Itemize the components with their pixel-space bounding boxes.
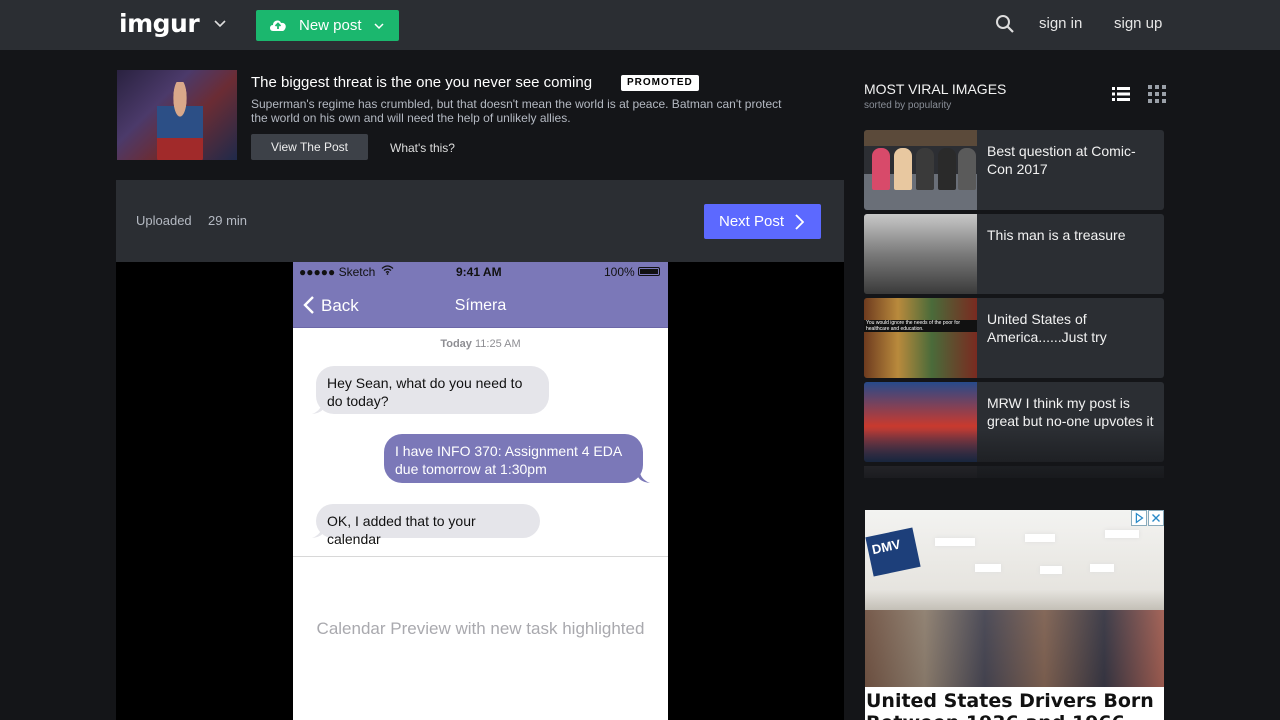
bubble-tail xyxy=(312,404,324,414)
viral-item-title: This man is a treasure xyxy=(987,227,1126,243)
viral-item-title: MRW I think my post is great but no-one … xyxy=(987,395,1154,429)
advertisement[interactable]: DMV xyxy=(865,510,1164,720)
search-icon[interactable] xyxy=(995,14,1015,34)
viral-thumbnail xyxy=(864,130,977,210)
ad-image: DMV xyxy=(865,510,1164,687)
viral-image-item[interactable]: This man is a treasure xyxy=(864,214,1164,294)
sign-in-link[interactable]: sign in xyxy=(1039,15,1082,32)
promoted-description: Superman's regime has crumbled, but that… xyxy=(251,97,782,125)
incoming-message-bubble: Hey Sean, what do you need to do today? xyxy=(316,366,549,414)
ad-headline[interactable]: United States Drivers Born Between 1936 … xyxy=(866,690,1164,720)
view-the-post-button[interactable]: View The Post xyxy=(251,134,368,160)
grid-view-icon[interactable] xyxy=(1148,85,1166,103)
most-viral-title: MOST VIRAL IMAGES xyxy=(864,81,1007,97)
outgoing-message-bubble: I have INFO 370: Assignment 4 EDA due to… xyxy=(384,434,643,483)
next-post-label: Next Post xyxy=(719,213,785,230)
bubble-tail xyxy=(312,528,324,538)
phone-status-bar: ●●●●● Sketch 9:41 AM 100% xyxy=(293,262,668,282)
carrier-text: ●●●●● Sketch xyxy=(299,265,376,279)
post-image-phone-mockup[interactable]: ●●●●● Sketch 9:41 AM 100% Back Símera To… xyxy=(293,262,668,720)
viral-image-item[interactable]: Best question at Comic-Con 2017 xyxy=(864,130,1164,210)
sort-subtitle[interactable]: sorted by popularity xyxy=(864,100,951,111)
bubble-tail xyxy=(638,473,650,483)
ceiling-light xyxy=(935,538,975,546)
dmv-sign: DMV xyxy=(865,527,921,577)
message-timestamp: Today 11:25 AM xyxy=(293,338,668,350)
wifi-icon xyxy=(381,265,394,275)
ad-choices-badges[interactable] xyxy=(1131,510,1164,526)
viral-thumbnail xyxy=(864,214,977,294)
ceiling-light xyxy=(1025,534,1055,542)
promoted-title[interactable]: The biggest threat is the one you never … xyxy=(251,74,592,91)
list-view-icon[interactable] xyxy=(1112,86,1130,102)
chat-contact-name: Símera xyxy=(454,297,507,314)
battery-icon xyxy=(638,267,660,276)
battery-percent: 100% xyxy=(604,265,635,279)
calendar-preview-placeholder: Calendar Preview with new task highlight… xyxy=(316,619,645,638)
promoted-figure xyxy=(157,82,203,160)
ceiling-light xyxy=(1040,566,1062,574)
list-fade-overlay xyxy=(864,430,1164,480)
chat-nav-bar: Back Símera xyxy=(293,282,668,328)
new-post-button[interactable]: New post xyxy=(256,10,399,41)
chevron-down-icon xyxy=(374,23,384,30)
chevron-down-icon[interactable] xyxy=(213,17,227,31)
timestamp-time: 11:25 AM xyxy=(474,338,521,350)
viral-image-item[interactable]: You would ignore the needs of the poor f… xyxy=(864,298,1164,378)
ceiling-light xyxy=(1105,530,1139,538)
viral-thumbnail: You would ignore the needs of the poor f… xyxy=(864,298,977,378)
whats-this-link[interactable]: What's this? xyxy=(390,141,455,155)
new-post-label: New post xyxy=(299,17,362,34)
top-navigation-bar: imgur New post sign in sign up xyxy=(0,0,1280,50)
status-time: 9:41 AM xyxy=(456,265,502,279)
incoming-message-bubble: OK, I added that to your calendar xyxy=(316,504,540,547)
viral-item-title: United States of America......Just try xyxy=(987,311,1107,345)
cloud-upload-icon xyxy=(270,20,286,31)
viral-item-title: Best question at Comic-Con 2017 xyxy=(987,143,1136,177)
divider xyxy=(293,556,668,557)
ceiling-light xyxy=(975,564,1001,572)
next-post-button[interactable]: Next Post xyxy=(704,204,821,239)
imgur-logo[interactable]: imgur xyxy=(119,9,200,38)
promoted-badge: PROMOTED xyxy=(621,75,699,91)
promoted-thumbnail[interactable] xyxy=(117,70,237,160)
timestamp-day: Today xyxy=(440,338,472,350)
waiting-crowd xyxy=(865,610,1164,687)
uploaded-time: 29 min xyxy=(208,213,248,228)
sign-up-link[interactable]: sign up xyxy=(1114,15,1162,32)
chevron-right-icon xyxy=(795,214,804,230)
uploaded-label: Uploaded xyxy=(136,213,192,228)
thumbnail-caption: You would ignore the needs of the poor f… xyxy=(864,320,977,332)
ceiling-light xyxy=(1090,564,1114,572)
close-icon[interactable] xyxy=(1148,510,1164,526)
ad-choices-icon[interactable] xyxy=(1131,510,1147,526)
